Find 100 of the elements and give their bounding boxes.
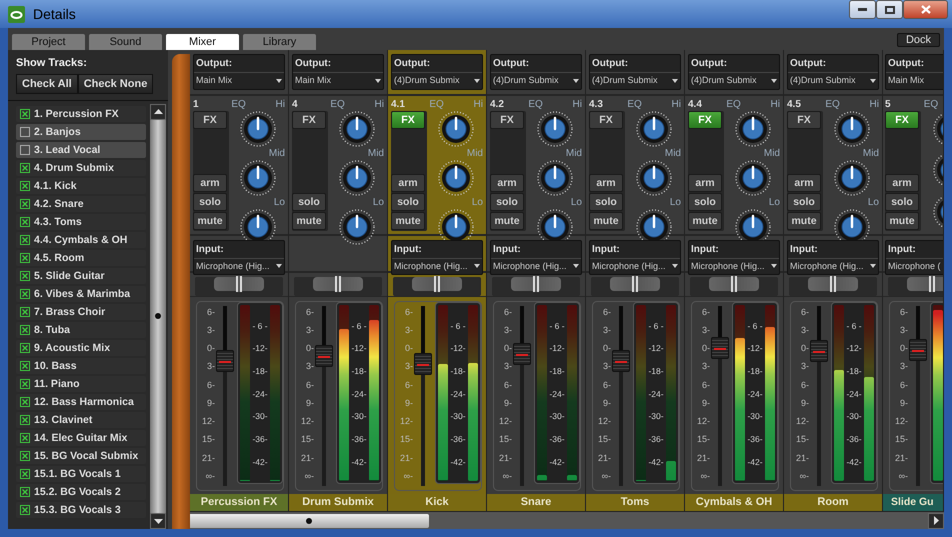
pan-slider[interactable]: [709, 276, 759, 290]
track-item[interactable]: 13. Clavinet: [16, 412, 146, 428]
maximize-button[interactable]: [876, 0, 903, 19]
tab[interactable]: Library: [243, 34, 316, 50]
knob[interactable]: [635, 110, 674, 148]
fx-button[interactable]: FX: [292, 110, 326, 128]
track-item[interactable]: 9. Acoustic Mix: [16, 340, 146, 356]
track-button[interactable]: mute: [391, 212, 425, 230]
track-button[interactable]: arm: [787, 174, 821, 192]
track-item[interactable]: 4.4. Cymbals & OH: [16, 232, 146, 248]
tab[interactable]: Sound: [89, 34, 162, 50]
track-item[interactable]: 14. Elec Guitar Mix: [16, 430, 146, 446]
track-item[interactable]: 15.3. BG Vocals 3: [16, 502, 146, 518]
track-item[interactable]: 4.2. Snare: [16, 196, 146, 212]
fx-button[interactable]: FX: [391, 110, 425, 128]
channel-strip[interactable]: Output: Main Mix 1 FX arm solo mute EQ Hi Mid Lo Input: Microphone (Hig... 6- 3- 0- 3- 6- 9- 12- 15- 21- ∞- - 6 - -12- -18- -24- -30- -36- -42- Percussion FX: [190, 50, 289, 511]
output-dropdown[interactable]: Output: Main Mix: [292, 54, 384, 90]
track-button[interactable]: arm: [193, 174, 227, 192]
knob[interactable]: [239, 158, 278, 196]
checkbox[interactable]: [20, 324, 30, 334]
knob[interactable]: [338, 158, 376, 196]
fx-button[interactable]: FX: [885, 110, 919, 128]
tab[interactable]: Mixer: [166, 34, 239, 50]
fx-button[interactable]: FX: [193, 110, 227, 128]
minimize-button[interactable]: [849, 0, 876, 19]
track-item[interactable]: 2. Banjos: [16, 124, 146, 140]
pan-slider[interactable]: [313, 276, 363, 290]
knob[interactable]: [239, 110, 278, 148]
track-button[interactable]: arm: [589, 174, 623, 192]
track-item[interactable]: 6. Vibes & Marimba: [16, 286, 146, 302]
output-dropdown[interactable]: Output: Main Mix: [885, 54, 943, 90]
track-button[interactable]: arm: [490, 174, 524, 192]
pan-slider[interactable]: [808, 276, 858, 290]
channel-strip[interactable]: Output: Main Mix 5 FX arm solo mute EQ Input: Microphone ( 6- 3- 0- 3- 6- 9- 12- 15- 21- ∞- Slide Gu: [883, 50, 944, 511]
track-item[interactable]: 15. BG Vocal Submix: [16, 448, 146, 464]
knob[interactable]: [734, 110, 772, 148]
track-item[interactable]: 4. Drum Submix: [16, 160, 146, 176]
track-item[interactable]: 7. Brass Choir: [16, 304, 146, 320]
track-item[interactable]: 8. Tuba: [16, 322, 146, 338]
input-dropdown[interactable]: Input: Microphone (: [885, 240, 943, 275]
track-button[interactable]: solo: [391, 192, 425, 210]
horizontal-scrollbar[interactable]: [190, 511, 944, 529]
track-button[interactable]: mute: [885, 212, 919, 230]
checkbox[interactable]: [20, 234, 30, 244]
track-button[interactable]: solo: [589, 192, 623, 210]
fx-button[interactable]: FX: [490, 110, 524, 128]
checkbox[interactable]: [20, 486, 30, 496]
checkbox[interactable]: [20, 306, 30, 316]
knob[interactable]: [338, 208, 376, 246]
checkbox[interactable]: [20, 378, 30, 388]
track-item[interactable]: 12. Bass Harmonica: [16, 394, 146, 410]
checkbox[interactable]: [20, 468, 30, 478]
track-item[interactable]: 5. Slide Guitar: [16, 268, 146, 284]
knob[interactable]: [437, 110, 476, 148]
scroll-up-icon[interactable]: [154, 109, 162, 114]
knob[interactable]: [536, 158, 574, 196]
pan-slider[interactable]: [412, 276, 462, 290]
close-button[interactable]: [903, 0, 948, 19]
checkbox[interactable]: [20, 360, 30, 370]
knob[interactable]: [833, 110, 872, 148]
checkbox[interactable]: [20, 432, 30, 442]
track-button[interactable]: mute: [292, 212, 326, 230]
track-button[interactable]: arm: [885, 174, 919, 192]
channel-strip[interactable]: Output: (4)Drum Submix 4.4 FX arm solo mute EQ Hi Mid Lo Input: Microphone (Hig... 6- 3- 0- 3- 6- 9- 12- 15- 21- ∞- - 6 - -12- -18- -24- -30- -36- -42- Cymbals & OH: [685, 50, 784, 511]
track-item[interactable]: 15.1. BG Vocals 1: [16, 466, 146, 482]
input-dropdown[interactable]: Input: Microphone (Hig...: [787, 240, 879, 275]
track-item[interactable]: 10. Bass: [16, 358, 146, 374]
track-button[interactable]: mute: [193, 212, 227, 230]
checkbox[interactable]: [20, 180, 30, 190]
track-button[interactable]: mute: [688, 212, 722, 230]
checkbox[interactable]: [20, 396, 30, 406]
checkbox[interactable]: [20, 252, 30, 262]
track-item[interactable]: 4.1. Kick: [16, 178, 146, 194]
pan-slider[interactable]: [907, 276, 943, 290]
fx-button[interactable]: FX: [589, 110, 623, 128]
track-button[interactable]: solo: [193, 192, 227, 210]
track-button[interactable]: arm: [688, 174, 722, 192]
scroll-down-icon[interactable]: [154, 518, 162, 524]
checkbox[interactable]: [20, 126, 30, 136]
channel-strip[interactable]: Output: (4)Drum Submix 4.3 FX arm solo mute EQ Hi Mid Lo Input: Microphone (Hig... 6- 3- 0- 3- 6- 9- 12- 15- 21- ∞- - 6 - -12- -18- -24- -30- -36- -42- Toms: [586, 50, 685, 511]
checkbox[interactable]: [20, 288, 30, 298]
checkbox[interactable]: [20, 342, 30, 352]
checkbox[interactable]: [20, 198, 30, 208]
fx-button[interactable]: FX: [688, 110, 722, 128]
pan-slider[interactable]: [511, 276, 561, 290]
track-button[interactable]: mute: [787, 212, 821, 230]
track-item[interactable]: 1. Percussion FX: [16, 106, 146, 122]
input-dropdown[interactable]: Input: Microphone (Hig...: [490, 240, 582, 275]
scroll-thumb[interactable]: [190, 514, 429, 528]
vertical-scrollbar[interactable]: [150, 104, 166, 529]
knob[interactable]: [338, 110, 376, 148]
input-dropdown[interactable]: Input: Microphone (Hig...: [391, 240, 483, 275]
track-button[interactable]: solo: [885, 192, 919, 210]
channel-strip[interactable]: Output: (4)Drum Submix 4.2 FX arm solo mute EQ Hi Mid Lo Input: Microphone (Hig... 6- 3- 0- 3- 6- 9- 12- 15- 21- ∞- - 6 - -12- -18- -24- -30- -36- -42- Snare: [487, 50, 586, 511]
output-dropdown[interactable]: Output: (4)Drum Submix: [787, 54, 879, 90]
track-button[interactable]: arm: [391, 174, 425, 192]
checkbox[interactable]: [20, 108, 30, 118]
checkbox[interactable]: [20, 144, 30, 154]
knob[interactable]: [536, 110, 574, 148]
track-item[interactable]: 4.5. Room: [16, 250, 146, 266]
